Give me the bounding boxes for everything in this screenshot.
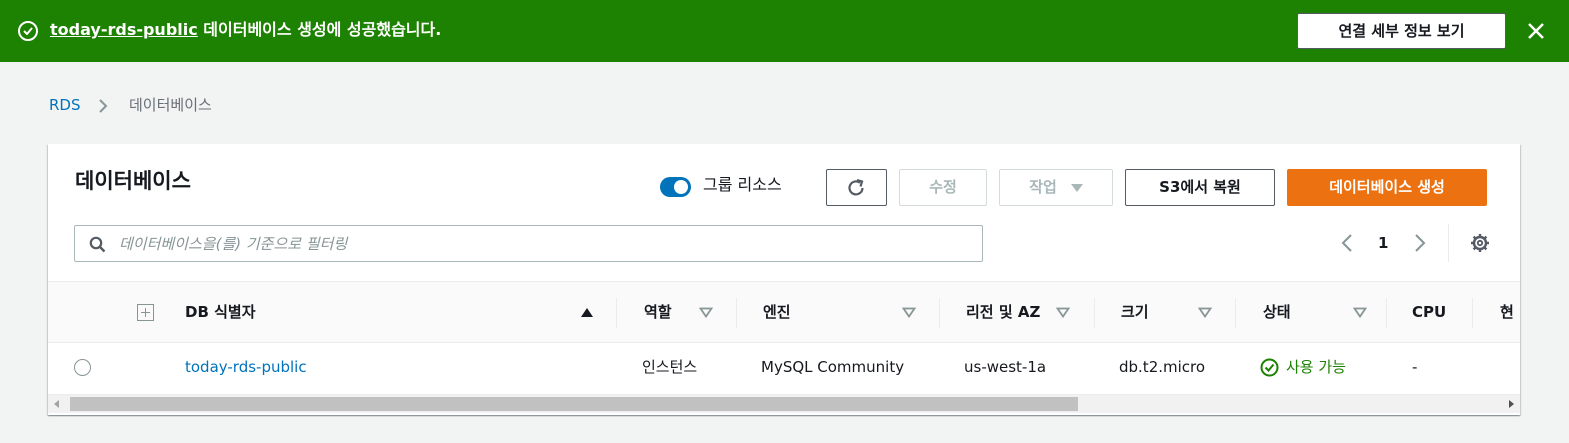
group-resources-label: 그룹 리소스 xyxy=(703,175,782,194)
status-text: 사용 가능 xyxy=(1286,358,1346,376)
breadcrumb-rds-link[interactable]: RDS xyxy=(49,94,81,116)
column-divider xyxy=(1094,298,1095,328)
column-header-size[interactable]: 크기 xyxy=(1121,282,1149,343)
table-row[interactable]: today-rds-public 인스턴스 MySQL Community us… xyxy=(48,343,1520,392)
db-identifier-link[interactable]: today-rds-public xyxy=(185,343,307,392)
chevron-right-icon[interactable] xyxy=(1413,233,1427,257)
group-resources-toggle[interactable] xyxy=(660,177,691,197)
expand-all-icon[interactable] xyxy=(137,304,154,321)
column-divider xyxy=(736,298,737,328)
breadcrumb-current: 데이터베이스 xyxy=(129,96,212,114)
sort-ascending-icon[interactable] xyxy=(580,307,594,318)
column-header-cpu[interactable]: CPU xyxy=(1412,282,1446,343)
banner-message-text: 데이터베이스 생성에 성공했습니다. xyxy=(197,20,442,39)
create-database-button[interactable]: 데이터베이스 생성 xyxy=(1287,169,1487,206)
column-header-db-identifier[interactable]: DB 식별자 xyxy=(185,282,256,343)
column-divider xyxy=(939,298,940,328)
column-header-status[interactable]: 상태 xyxy=(1263,282,1291,343)
cell-engine: MySQL Community xyxy=(761,358,905,376)
banner-message: today-rds-public 데이터베이스 생성에 성공했습니다. xyxy=(50,19,441,41)
filter-input[interactable] xyxy=(119,228,969,259)
cell-role: 인스턴스 xyxy=(642,358,698,376)
cell-region-az: us-west-1a xyxy=(964,358,1047,376)
success-banner: today-rds-public 데이터베이스 생성에 성공했습니다. 연결 세… xyxy=(0,0,1569,62)
sort-icon[interactable] xyxy=(1198,307,1212,318)
caret-down-icon xyxy=(1070,183,1083,192)
refresh-button[interactable] xyxy=(826,169,887,206)
sort-icon[interactable] xyxy=(1353,307,1367,318)
chevron-left-icon[interactable] xyxy=(1340,233,1354,257)
horizontal-scrollbar[interactable] xyxy=(48,394,1520,413)
refresh-icon xyxy=(848,178,864,196)
check-circle-icon xyxy=(18,21,38,41)
current-page-number[interactable]: 1 xyxy=(1378,232,1388,254)
column-divider xyxy=(1235,298,1236,328)
column-divider xyxy=(1386,298,1387,328)
cell-cpu: - xyxy=(1412,358,1418,376)
column-header-current[interactable]: 현 xyxy=(1500,282,1514,343)
close-icon[interactable] xyxy=(1523,18,1549,44)
row-select-radio[interactable] xyxy=(74,359,91,376)
view-connection-details-button[interactable]: 연결 세부 정보 보기 xyxy=(1297,13,1506,49)
banner-db-link[interactable]: today-rds-public xyxy=(50,20,198,39)
databases-panel: 데이터베이스 그룹 리소스 수정 작업 S3에서 복원 데이터베이스 생성 1 … xyxy=(48,144,1520,415)
edit-button[interactable]: 수정 xyxy=(899,169,987,206)
sort-icon[interactable] xyxy=(902,307,916,318)
pager-divider xyxy=(1448,224,1449,262)
column-header-engine[interactable]: 엔진 xyxy=(763,282,791,343)
search-icon xyxy=(89,236,106,253)
sort-icon[interactable] xyxy=(699,307,713,318)
column-divider xyxy=(616,298,617,328)
scroll-right-icon[interactable] xyxy=(1509,400,1514,408)
filter-search-box xyxy=(74,225,983,262)
sort-icon[interactable] xyxy=(1056,307,1070,318)
table-header: DB 식별자 역할 엔진 리전 및 AZ 크기 상태 CPU 현 xyxy=(48,281,1520,343)
check-circle-icon xyxy=(1260,358,1279,377)
cell-status: 사용 가능 xyxy=(1260,343,1346,392)
panel-title: 데이터베이스 xyxy=(75,169,191,193)
scrollbar-thumb[interactable] xyxy=(70,397,1078,411)
scroll-left-icon[interactable] xyxy=(54,400,59,408)
column-header-role[interactable]: 역할 xyxy=(644,282,672,343)
actions-label: 작업 xyxy=(1029,178,1057,196)
column-divider xyxy=(1472,298,1473,328)
restore-from-s3-button[interactable]: S3에서 복원 xyxy=(1125,169,1275,206)
cell-size: db.t2.micro xyxy=(1119,358,1206,376)
column-header-region-az[interactable]: 리전 및 AZ xyxy=(966,282,1040,343)
actions-dropdown[interactable]: 작업 xyxy=(999,169,1113,206)
gear-icon[interactable] xyxy=(1470,233,1490,257)
chevron-right-icon xyxy=(97,98,109,120)
